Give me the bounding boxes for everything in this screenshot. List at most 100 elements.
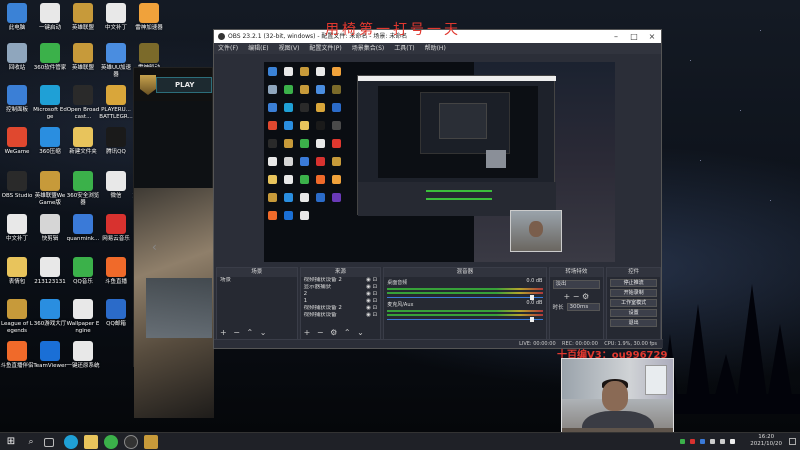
desktop-icon[interactable]: TeamViewer bbox=[33, 341, 67, 370]
tray-icon-red[interactable] bbox=[690, 439, 695, 444]
desktop-icon[interactable]: 斗鱼直播伴侣 bbox=[0, 341, 34, 370]
volume-slider[interactable] bbox=[387, 317, 543, 322]
source-item[interactable]: 视频捕获设备 ◉ ⊡ bbox=[301, 312, 381, 319]
desktop-icon[interactable]: 360安全浏览器 bbox=[66, 171, 100, 206]
control-button[interactable]: 工作室模式 bbox=[610, 299, 657, 307]
obs-menu-item[interactable]: 工具(T) bbox=[394, 43, 414, 54]
source-item[interactable]: 视频捕获设备 2 ◉ ⊡ bbox=[301, 305, 381, 312]
desktop-icon[interactable]: 英雄联盟 bbox=[66, 3, 100, 32]
source-item[interactable]: 视频捕获设备 2 ◉ ⊡ bbox=[301, 277, 381, 284]
obs-preview-canvas[interactable] bbox=[264, 62, 615, 262]
desktop-icon[interactable]: League of Legends bbox=[0, 299, 34, 334]
game-launcher-window[interactable]: PLAY ‹ bbox=[133, 67, 214, 418]
source-item[interactable]: 显示器捕获 ◉ ⊡ bbox=[301, 284, 381, 291]
taskbar-clock[interactable]: 16:20 2021/10/20 bbox=[750, 434, 782, 448]
volume-slider[interactable] bbox=[387, 295, 543, 300]
desktop-icon[interactable]: 中文补丁 bbox=[0, 214, 34, 243]
app-icon bbox=[106, 214, 126, 234]
desktop-icon[interactable]: 英雄联盟 bbox=[66, 43, 100, 72]
desktop-icon-label: 斗鱼直播 bbox=[104, 279, 127, 285]
desktop-icon[interactable]: 微信 bbox=[99, 171, 133, 200]
desktop-icon[interactable]: 213123131 bbox=[33, 257, 67, 286]
visibility-lock-icon[interactable]: ◉ ⊡ bbox=[366, 312, 380, 319]
webcam-overlay bbox=[561, 358, 674, 443]
league-taskbar-icon[interactable] bbox=[144, 435, 158, 449]
desktop-icon[interactable]: 一键还原系统 bbox=[66, 341, 100, 370]
sources-toolbar[interactable]: + − ⚙ ⌃ ⌄ bbox=[304, 328, 366, 337]
volume-slider-handle[interactable] bbox=[530, 317, 535, 322]
obs-menu-item[interactable]: 配置文件(P) bbox=[309, 43, 341, 54]
visibility-lock-icon[interactable]: ◉ ⊡ bbox=[366, 291, 380, 298]
desktop-icon[interactable]: Wallpaper Engine bbox=[66, 299, 100, 334]
close-icon[interactable]: × bbox=[643, 30, 661, 43]
desktop-icon[interactable]: 腾讯QQ bbox=[99, 127, 133, 156]
desktop-icon[interactable]: PLAYERU... BATTLEGR... bbox=[99, 85, 133, 120]
desktop-icon[interactable]: 360软件管家 bbox=[33, 43, 67, 72]
tray-icon-green[interactable] bbox=[680, 439, 685, 444]
desktop-icon[interactable]: Microsoft Edge bbox=[33, 85, 67, 120]
transition-select[interactable]: 淡出 bbox=[552, 280, 601, 289]
visibility-lock-icon[interactable]: ◉ ⊡ bbox=[366, 298, 380, 305]
desktop-icon[interactable]: 斗鱼直播 bbox=[99, 257, 133, 286]
tray-icon-blue[interactable] bbox=[700, 439, 705, 444]
preview-icon bbox=[268, 139, 277, 148]
scenes-toolbar[interactable]: + − ⌃ ⌄ bbox=[220, 328, 268, 337]
desktop-icon[interactable]: 雷神加速器 bbox=[132, 3, 166, 32]
chevron-left-icon[interactable]: ‹ bbox=[152, 240, 157, 254]
obs-taskbar-icon[interactable] bbox=[124, 435, 138, 449]
source-item[interactable]: 2 ◉ ⊡ bbox=[301, 291, 381, 298]
desktop-icon[interactable]: 英雄UU加速器 bbox=[99, 43, 133, 78]
desktop-icon[interactable]: 新建文件夹 bbox=[66, 127, 100, 156]
search-icon[interactable]: ⌕ bbox=[24, 435, 38, 449]
visibility-lock-icon[interactable]: ◉ ⊡ bbox=[366, 305, 380, 312]
play-button[interactable]: PLAY bbox=[156, 77, 212, 93]
obs-menu-item[interactable]: 场景集合(S) bbox=[352, 43, 385, 54]
obs-menu-item[interactable]: 帮助(H) bbox=[425, 43, 446, 54]
desktop-icon[interactable]: QQ邮箱 bbox=[99, 299, 133, 328]
minimize-icon[interactable]: – bbox=[607, 30, 625, 43]
desktop-icon[interactable]: Open Broadcast... bbox=[66, 85, 100, 120]
desktop-icon[interactable]: 英雄联盟WeGame版 bbox=[33, 171, 67, 206]
windows-start-icon[interactable]: ⊞ bbox=[4, 435, 18, 449]
edge-taskbar-icon[interactable] bbox=[64, 435, 78, 449]
task-view-icon[interactable] bbox=[44, 438, 54, 447]
desktop-icon[interactable]: 网易云音乐 bbox=[99, 214, 133, 243]
obs-menu-item[interactable]: 文件(F) bbox=[218, 43, 238, 54]
desktop-icon[interactable]: quanmink... bbox=[66, 214, 100, 243]
volume-icon[interactable] bbox=[720, 439, 725, 444]
desktop-icon[interactable]: 控制面板 bbox=[0, 85, 34, 114]
notification-icon[interactable] bbox=[789, 438, 796, 445]
visibility-lock-icon[interactable]: ◉ ⊡ bbox=[366, 277, 380, 284]
obs-menu-item[interactable]: 编辑(E) bbox=[248, 43, 268, 54]
control-button[interactable]: 开始录制 bbox=[610, 289, 657, 297]
desktop-icon[interactable]: OBS Studio bbox=[0, 171, 34, 200]
visibility-lock-icon[interactable]: ◉ ⊡ bbox=[366, 284, 380, 291]
desktop-icon[interactable]: WeGame bbox=[0, 127, 34, 156]
desktop-icon[interactable]: 回收站 bbox=[0, 43, 34, 72]
desktop-icon[interactable]: QQ音乐 bbox=[66, 257, 100, 286]
desktop-icon[interactable]: 一键启动 bbox=[33, 3, 67, 32]
control-button[interactable]: 设置 bbox=[610, 309, 657, 317]
transition-toolbar[interactable]: + − ⚙ bbox=[550, 292, 604, 301]
desktop-icon[interactable]: 此电脑 bbox=[0, 3, 34, 32]
browser-360-taskbar-icon[interactable] bbox=[104, 435, 118, 449]
file-explorer-icon[interactable] bbox=[84, 435, 98, 449]
network-icon[interactable] bbox=[710, 439, 715, 444]
scene-item[interactable]: 场景 bbox=[217, 277, 297, 284]
control-button[interactable]: 停止推流 bbox=[610, 279, 657, 287]
desktop-icon[interactable]: 360游戏大厅 bbox=[33, 299, 67, 328]
control-button[interactable]: 退出 bbox=[610, 319, 657, 327]
desktop-icon[interactable]: 中文补丁 bbox=[99, 3, 133, 32]
source-item[interactable]: 1 ◉ ⊡ bbox=[301, 298, 381, 305]
app-icon bbox=[7, 341, 27, 361]
maximize-icon[interactable]: □ bbox=[625, 30, 643, 43]
app-icon bbox=[40, 341, 60, 361]
desktop-icon-label: 控制面板 bbox=[5, 107, 28, 113]
obs-menu-item[interactable]: 视图(V) bbox=[279, 43, 300, 54]
obs-window[interactable]: OBS 23.2.1 (32-bit, windows) - 配置文件: 未命名… bbox=[213, 29, 663, 349]
desktop-icon[interactable]: 表情包 bbox=[0, 257, 34, 286]
ime-icon[interactable] bbox=[730, 439, 735, 444]
desktop-icon[interactable]: 360压缩 bbox=[33, 127, 67, 156]
duration-input[interactable]: 300ms bbox=[566, 303, 601, 311]
desktop-icon[interactable]: 快剪辑 bbox=[33, 214, 67, 243]
